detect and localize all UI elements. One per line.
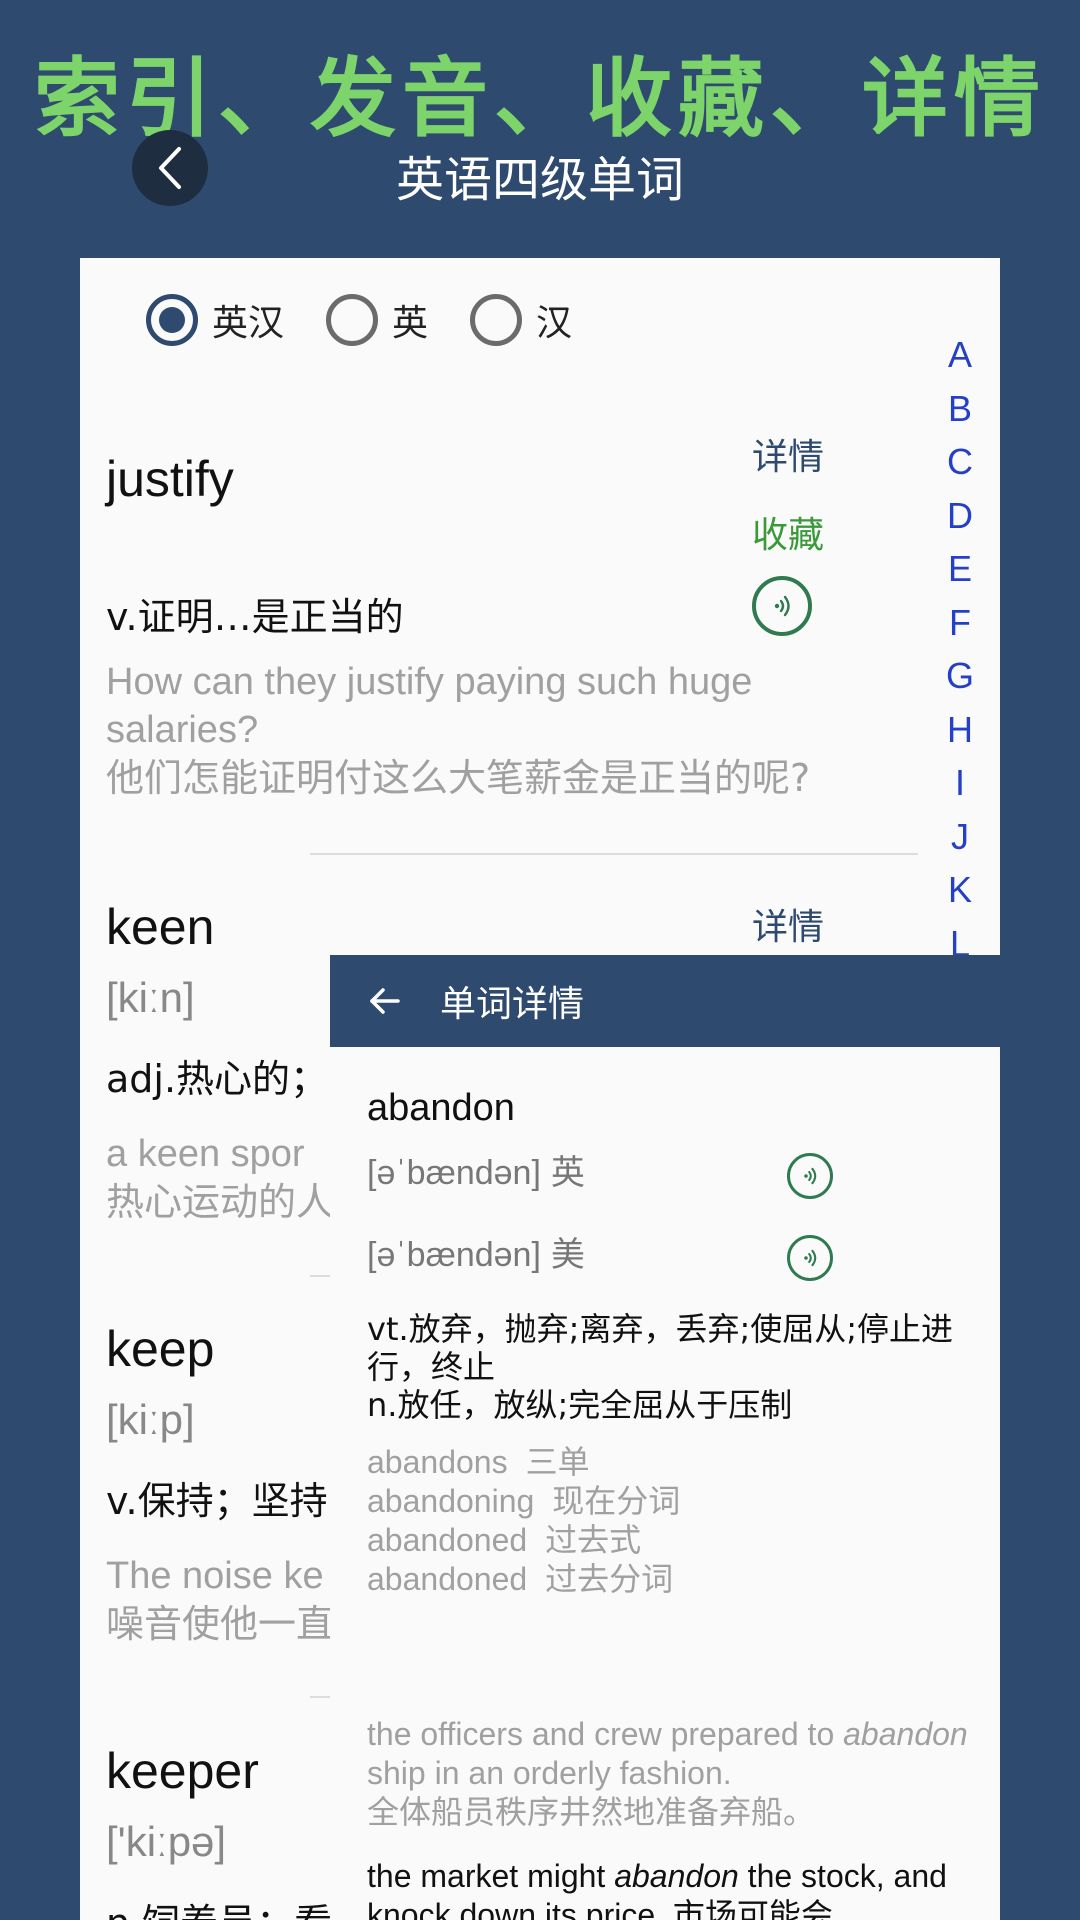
entry-example: How can they justify paying such huge sa…: [106, 658, 876, 802]
example-zh: 全体船员秩序井然地准备弃船。: [367, 1793, 816, 1831]
entry-example-zh: 噪音使他一直: [106, 1602, 335, 1646]
entry-phonetic: [kiːp]: [106, 1396, 195, 1443]
word-detail-panel: 单词详情 abandon [əˈbændən] 英 [əˈbændən] 美 vt.…: [330, 955, 1000, 1920]
radio-circle: [146, 294, 198, 346]
entry-word: keen: [106, 899, 215, 955]
entry-example: The noise ke 噪音使他一直: [106, 1552, 334, 1648]
language-mode-radio-group: 英汉 英 汉: [146, 294, 614, 346]
pronounce-uk-button[interactable]: [787, 1153, 833, 1199]
detail-back-button[interactable]: [330, 955, 440, 1047]
index-letter-i[interactable]: I: [955, 756, 965, 810]
example-emphasis: abandon: [843, 1716, 968, 1752]
radio-en[interactable]: 英: [326, 294, 428, 346]
phonetic-tag: 英: [550, 1153, 585, 1193]
example-text: the officers and crew prepared to: [367, 1716, 844, 1752]
detail-word: abandon: [367, 1087, 515, 1129]
index-letter-d[interactable]: D: [947, 489, 973, 543]
radio-en-zh[interactable]: 英汉: [146, 294, 284, 346]
index-letter-e[interactable]: E: [948, 542, 972, 596]
radio-zh[interactable]: 汉: [470, 294, 572, 346]
favorite-button[interactable]: 收藏: [752, 506, 824, 558]
entry-word: justify: [106, 451, 234, 507]
arrow-left-icon: [370, 988, 400, 1014]
index-letter-j[interactable]: J: [951, 810, 969, 864]
radio-circle: [470, 294, 523, 346]
radio-label: 汉: [536, 303, 573, 344]
phonetic-tag: 美: [550, 1235, 585, 1275]
word-form-label: 过去分词: [545, 1560, 674, 1598]
index-letter-a[interactable]: A: [948, 328, 972, 382]
word-form: abandoned: [367, 1522, 528, 1558]
detail-title: 单词详情: [440, 984, 585, 1025]
radio-circle: [326, 294, 379, 346]
entry-example-en: The noise ke: [106, 1555, 324, 1597]
word-form-label: 过去式: [545, 1521, 642, 1559]
detail-button[interactable]: 详情: [752, 428, 824, 480]
example-en: the officers and crew prepared to abando…: [367, 1715, 987, 1793]
index-letter-c[interactable]: C: [947, 435, 973, 489]
word-form-row: abandoned 过去分词: [367, 1560, 680, 1599]
entry-example-en: How can they justify paying such huge sa…: [106, 661, 753, 751]
page-title: 英语四级单词: [395, 152, 684, 208]
radio-label: 英汉: [212, 303, 285, 344]
entry-example: a keen spor 热心运动的人: [106, 1130, 334, 1226]
word-form-row: abandoning 现在分词: [367, 1482, 680, 1521]
word-form-row: abandoned 过去式: [367, 1521, 680, 1560]
detail-example-2: the market might abandon the stock, and …: [367, 1857, 987, 1920]
speaker-icon: [804, 1249, 817, 1267]
detail-definition: vt.放弃，抛弃;离弃，丢弃;使屈从;停止进行，终止 n.放任，放纵;完全屈从于…: [367, 1310, 967, 1424]
definition-line: n.放任，放纵;完全屈从于压制: [367, 1386, 793, 1424]
index-letter-h[interactable]: H: [947, 703, 973, 757]
entry-definition: adj.热心的；: [106, 1057, 329, 1101]
speaker-icon: [774, 595, 790, 617]
word-form-row: abandons 三单: [367, 1443, 680, 1482]
word-form-label: 现在分词: [552, 1482, 681, 1520]
word-form-label: 三单: [525, 1443, 590, 1481]
entry-definition: n.饲养员；看: [106, 1892, 332, 1920]
word-form: abandoning: [367, 1483, 535, 1519]
entry-example-zh: 他们怎能证明付这么大笔薪金是正当的呢?: [106, 756, 811, 800]
detail-example-1: the officers and crew prepared to abando…: [367, 1715, 987, 1832]
pronounce-us-button[interactable]: [787, 1235, 833, 1281]
index-letter-f[interactable]: F: [949, 596, 971, 650]
example-emphasis: abandon: [614, 1858, 739, 1894]
entry-example-zh: 热心运动的人: [106, 1180, 335, 1224]
radio-label: 英: [392, 303, 429, 344]
word-form: abandons: [367, 1444, 508, 1480]
entry-definition: v.证明…是正当的: [106, 595, 404, 639]
entry-example-en: a keen spor: [106, 1133, 305, 1175]
definition-line: vt.放弃，抛弃;离弃，丢弃;使屈从;停止进行，终止: [367, 1310, 954, 1386]
index-letter-b[interactable]: B: [948, 382, 972, 436]
pronounce-button[interactable]: [752, 576, 812, 636]
example-text: ship in an orderly fashion.: [367, 1755, 732, 1791]
entry-word: keep: [106, 1321, 215, 1377]
word-form: abandoned: [367, 1561, 528, 1597]
detail-phonetic-uk: [əˈbændən] 英: [367, 1145, 585, 1194]
phonetic-text: [əˈbændən]: [367, 1236, 541, 1274]
divider: [310, 853, 918, 855]
entry-word: keeper: [106, 1743, 259, 1799]
detail-button[interactable]: 详情: [752, 898, 824, 950]
example-en: the market might abandon the stock, and …: [367, 1857, 987, 1920]
entry-phonetic: ['kiːpə]: [106, 1818, 227, 1865]
speaker-icon: [804, 1167, 817, 1185]
entry-phonetic: [kiːn]: [106, 974, 195, 1021]
index-letter-k[interactable]: K: [948, 863, 972, 917]
detail-word-forms: abandons 三单 abandoning 现在分词 abandoned 过去式 a…: [367, 1443, 680, 1599]
detail-toolbar: 单词详情: [330, 955, 1000, 1047]
detail-phonetic-us: [əˈbændən] 美: [367, 1227, 585, 1276]
phonetic-text: [əˈbændən]: [367, 1154, 541, 1192]
example-text: the market might: [367, 1858, 615, 1894]
index-letter-g[interactable]: G: [946, 649, 974, 703]
entry-definition: v.保持；坚持: [106, 1479, 328, 1523]
alphabet-index: A B C D E F G H I J K L: [930, 328, 990, 970]
